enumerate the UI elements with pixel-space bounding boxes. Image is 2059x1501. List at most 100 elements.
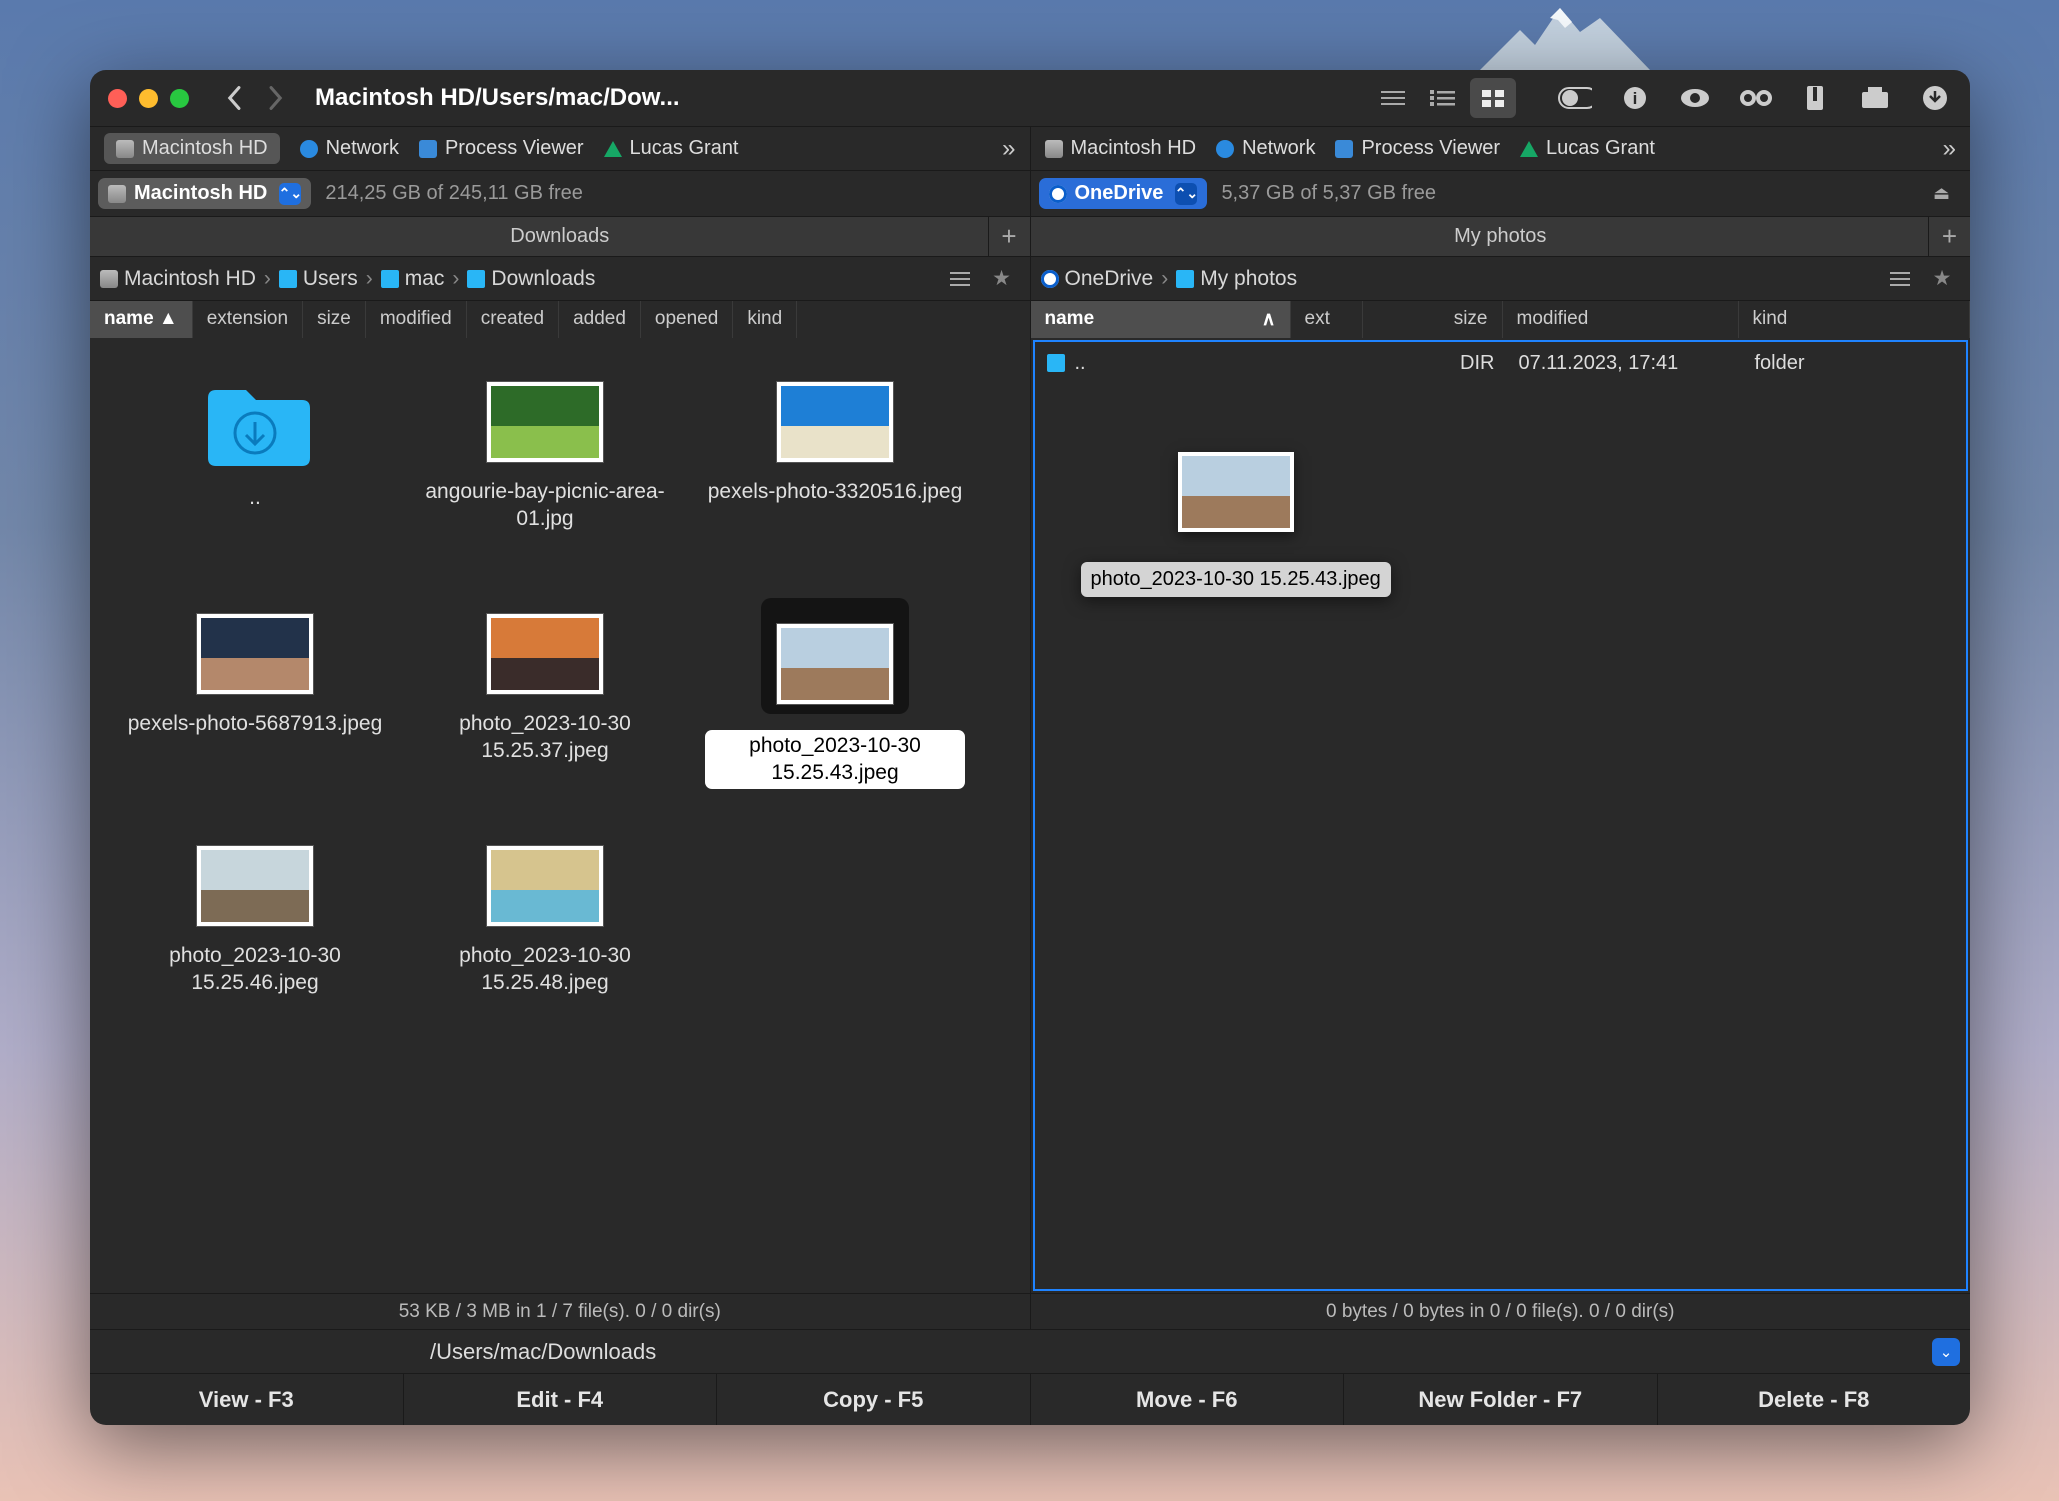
favorite-process-viewer[interactable]: Process Viewer: [419, 137, 584, 160]
breadcrumb-seg[interactable]: OneDrive: [1041, 267, 1154, 291]
view-icons-button[interactable]: [1470, 78, 1516, 118]
cell-kind: folder: [1743, 352, 1967, 375]
nav-forward-button[interactable]: [257, 80, 293, 116]
list-mode-icon[interactable]: [1882, 261, 1918, 297]
monitor-icon: [1335, 140, 1353, 158]
column-header-right: name∧extsizemodifiedkind: [1030, 301, 1971, 338]
folder-up-icon: [200, 378, 310, 468]
favorite-lucas-grant[interactable]: Lucas Grant: [604, 137, 739, 160]
favorite-macintosh-hd[interactable]: Macintosh HD: [1045, 137, 1197, 160]
folder-tab-left[interactable]: Downloads +: [90, 217, 1030, 256]
zoom-button[interactable]: [170, 89, 189, 108]
new-tab-left[interactable]: +: [988, 217, 1030, 256]
quicklook-button[interactable]: [1678, 81, 1712, 115]
folder-icon: [279, 270, 297, 288]
drive-selector-left[interactable]: Macintosh HD ⌃⌄: [98, 178, 311, 209]
favorite-label: Process Viewer: [445, 137, 584, 160]
breadcrumb-seg[interactable]: My photos: [1176, 267, 1297, 291]
favorite-star-icon[interactable]: ★: [984, 261, 1020, 297]
column-header-created[interactable]: created: [467, 301, 559, 338]
fkey-view-f3[interactable]: View - F3: [90, 1374, 404, 1425]
toggle-hidden-button[interactable]: [1558, 81, 1592, 115]
list-mode-icon[interactable]: [942, 261, 978, 297]
fkey-bar: View - F3Edit - F4Copy - F5Move - F6New …: [90, 1373, 1970, 1425]
favorites-right: Macintosh HD Network Process Viewer Lucas G…: [1030, 127, 1971, 170]
close-button[interactable]: [108, 89, 127, 108]
file-label: angourie-bay-picnic-area-01.jpg: [415, 478, 675, 533]
pane-left[interactable]: .. angourie-bay-picnic-area-01.jpg pexels-…: [90, 338, 1030, 1293]
file-item[interactable]: ..: [110, 366, 400, 598]
column-header-name[interactable]: name ▲: [90, 301, 193, 338]
favorite-star-icon[interactable]: ★: [1924, 261, 1960, 297]
new-tab-right[interactable]: +: [1928, 217, 1970, 256]
drive-selector-right[interactable]: OneDrive ⌃⌄: [1039, 178, 1208, 209]
favorite-network[interactable]: Network: [1216, 137, 1315, 160]
breadcrumb-seg[interactable]: Downloads: [467, 267, 595, 291]
dropdown-icon: ⌃⌄: [1175, 183, 1197, 205]
column-header-size[interactable]: size: [1363, 301, 1503, 338]
file-item[interactable]: angourie-bay-picnic-area-01.jpg: [400, 366, 690, 598]
view-list-button[interactable]: [1370, 78, 1416, 118]
column-header-modified[interactable]: modified: [1503, 301, 1739, 338]
file-item[interactable]: photo_2023-10-30 15.25.46.jpeg: [110, 830, 400, 1062]
column-header-kind[interactable]: kind: [733, 301, 797, 338]
column-header-kind[interactable]: kind: [1739, 301, 1971, 338]
path-dropdown[interactable]: ⌄: [1932, 1338, 1960, 1366]
fkey-edit-f4[interactable]: Edit - F4: [404, 1374, 718, 1425]
folder-icon: [467, 270, 485, 288]
favorites-overflow[interactable]: »: [1943, 135, 1956, 163]
list-row[interactable]: ..DIR07.11.2023, 17:41folder: [1035, 342, 1967, 384]
gdrive-icon: [604, 141, 622, 157]
favorite-label: Network: [1242, 137, 1315, 160]
status-right: 0 bytes / 0 bytes in 0 / 0 file(s). 0 / …: [1030, 1294, 1971, 1329]
folder-tab-right[interactable]: My photos +: [1030, 217, 1971, 256]
favorite-process-viewer[interactable]: Process Viewer: [1335, 137, 1500, 160]
column-header-modified[interactable]: modified: [366, 301, 467, 338]
favorites-left: Macintosh HD Network Process Viewer Lucas G…: [90, 127, 1030, 170]
favorite-network[interactable]: Network: [300, 137, 399, 160]
view-columns-button[interactable]: [1420, 78, 1466, 118]
breadcrumb-seg[interactable]: Macintosh HD: [100, 267, 256, 291]
archive-button[interactable]: [1798, 81, 1832, 115]
dropdown-icon: ⌃⌄: [279, 183, 301, 205]
fkey-new-folder-f7[interactable]: New Folder - F7: [1344, 1374, 1658, 1425]
favorite-lucas-grant[interactable]: Lucas Grant: [1520, 137, 1655, 160]
favorite-label: Network: [326, 137, 399, 160]
free-space-left: 214,25 GB of 245,11 GB free: [325, 182, 583, 205]
minimize-button[interactable]: [139, 89, 158, 108]
column-header-name[interactable]: name∧: [1031, 301, 1291, 338]
view-mode-switch: [1370, 78, 1516, 118]
path-text: /Users/mac/Downloads: [100, 1339, 656, 1365]
file-item[interactable]: photo_2023-10-30 15.25.43.jpeg: [690, 598, 980, 830]
column-header-opened[interactable]: opened: [641, 301, 733, 338]
fkey-move-f6[interactable]: Move - F6: [1031, 1374, 1345, 1425]
eject-button[interactable]: ⏏: [1933, 183, 1950, 204]
favorites-overflow[interactable]: »: [1002, 135, 1015, 163]
file-item[interactable]: pexels-photo-3320516.jpeg: [690, 366, 980, 598]
folder-icon: [381, 270, 399, 288]
pane-right[interactable]: ..DIR07.11.2023, 17:41folder photo_2023-…: [1030, 338, 1971, 1293]
column-header-ext[interactable]: ext: [1291, 301, 1363, 338]
favorite-macintosh-hd[interactable]: Macintosh HD: [104, 133, 280, 164]
info-button[interactable]: i: [1618, 81, 1652, 115]
cell-modified: 07.11.2023, 17:41: [1507, 352, 1743, 375]
file-label: photo_2023-10-30 15.25.43.jpeg: [705, 730, 965, 789]
breadcrumb-seg[interactable]: mac: [381, 267, 445, 291]
breadcrumb-seg[interactable]: Users: [279, 267, 358, 291]
breadcrumb-left: Macintosh HD›Users›mac›Downloads ★: [90, 257, 1030, 300]
fkey-delete-f8[interactable]: Delete - F8: [1658, 1374, 1971, 1425]
file-item[interactable]: photo_2023-10-30 15.25.37.jpeg: [400, 598, 690, 830]
search-button[interactable]: [1738, 81, 1772, 115]
column-header-extension[interactable]: extension: [193, 301, 303, 338]
fkey-copy-f5[interactable]: Copy - F5: [717, 1374, 1031, 1425]
share-button[interactable]: [1858, 81, 1892, 115]
file-item[interactable]: photo_2023-10-30 15.25.48.jpeg: [400, 830, 690, 1062]
column-header-added[interactable]: added: [559, 301, 641, 338]
column-header-size[interactable]: size: [303, 301, 366, 338]
file-item[interactable]: pexels-photo-5687913.jpeg: [110, 598, 400, 830]
download-button[interactable]: [1918, 81, 1952, 115]
nav-back-button[interactable]: [217, 80, 253, 116]
file-label: photo_2023-10-30 15.25.46.jpeg: [125, 942, 385, 997]
path-bar[interactable]: /Users/mac/Downloads ⌄: [90, 1329, 1970, 1373]
status-left: 53 KB / 3 MB in 1 / 7 file(s). 0 / 0 dir…: [90, 1294, 1030, 1329]
